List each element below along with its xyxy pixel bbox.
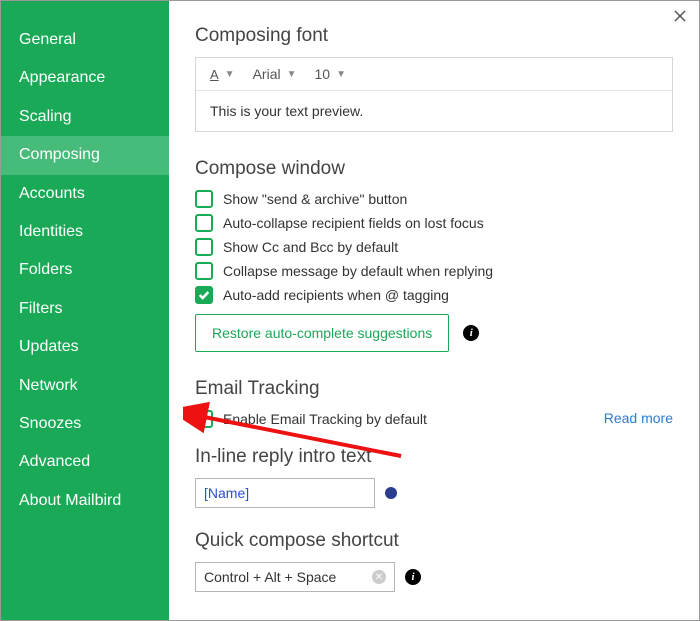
- sidebar-item-label: About Mailbird: [19, 492, 121, 509]
- clear-shortcut-icon[interactable]: ✕: [372, 570, 386, 584]
- inline-reply-input[interactable]: [195, 478, 375, 508]
- compose-option-label: Collapse message by default when replyin…: [223, 263, 493, 279]
- chevron-down-icon: ▼: [336, 69, 346, 80]
- sidebar-item-accounts[interactable]: Accounts: [1, 175, 169, 213]
- compose-option-label: Show Cc and Bcc by default: [223, 239, 398, 255]
- sidebar-item-general[interactable]: General: [1, 21, 169, 59]
- settings-content: Composing font A ▼ Arial ▼ 10: [169, 1, 699, 620]
- settings-dialog: General Appearance Scaling Composing Account…: [0, 0, 700, 621]
- composing-font-title: Composing font: [195, 25, 673, 47]
- email-tracking-row: Enable Email Tracking by default Read mo…: [195, 410, 673, 428]
- compose-window-title: Compose window: [195, 158, 673, 180]
- sidebar-item-advanced[interactable]: Advanced: [1, 443, 169, 481]
- checkbox[interactable]: [195, 262, 213, 280]
- chevron-down-icon: ▼: [287, 69, 297, 80]
- sidebar-item-network[interactable]: Network: [1, 367, 169, 405]
- font-size-select[interactable]: 10 ▼: [315, 66, 346, 82]
- read-more-link[interactable]: Read more: [604, 410, 673, 426]
- compose-option-row[interactable]: Show "send & archive" button: [195, 190, 673, 208]
- settings-sidebar: General Appearance Scaling Composing Account…: [1, 1, 169, 620]
- inline-reply-row: [195, 478, 673, 508]
- font-family-select[interactable]: Arial ▼: [253, 66, 297, 82]
- sidebar-item-snoozes[interactable]: Snoozes: [1, 405, 169, 443]
- checkbox[interactable]: [195, 238, 213, 256]
- sidebar-item-folders[interactable]: Folders: [1, 251, 169, 289]
- sidebar-item-label: Network: [19, 377, 78, 394]
- restore-row: Restore auto-complete suggestions i: [195, 314, 673, 352]
- sidebar-item-updates[interactable]: Updates: [1, 328, 169, 366]
- compose-option-row[interactable]: Auto-collapse recipient fields on lost f…: [195, 214, 673, 232]
- sidebar-item-label: Advanced: [19, 453, 90, 470]
- enable-tracking-label: Enable Email Tracking by default: [223, 411, 427, 427]
- compose-option-row[interactable]: Auto-add recipients when @ tagging: [195, 286, 673, 304]
- quick-compose-row: Control + Alt + Space ✕ i: [195, 562, 673, 592]
- sidebar-item-label: Accounts: [19, 185, 85, 202]
- quick-compose-section: Quick compose shortcut Control + Alt + S…: [195, 530, 673, 592]
- sidebar-item-label: Appearance: [19, 69, 105, 86]
- email-tracking-section: Email Tracking Enable Email Tracking by …: [195, 378, 673, 428]
- font-color-icon: A: [210, 68, 219, 81]
- compose-option-label: Auto-collapse recipient fields on lost f…: [223, 215, 484, 231]
- sidebar-item-identities[interactable]: Identities: [1, 213, 169, 251]
- sidebar-item-label: Snoozes: [19, 415, 81, 432]
- compose-window-section: Compose window Show "send & archive" but…: [195, 158, 673, 352]
- quick-compose-value: Control + Alt + Space: [204, 569, 336, 585]
- composing-font-section: Composing font A ▼ Arial ▼ 10: [195, 25, 673, 132]
- sidebar-item-label: Identities: [19, 223, 83, 240]
- quick-compose-input[interactable]: Control + Alt + Space ✕: [195, 562, 395, 592]
- chevron-down-icon: ▼: [225, 69, 235, 80]
- compose-option-row[interactable]: Collapse message by default when replyin…: [195, 262, 673, 280]
- checkbox[interactable]: [195, 286, 213, 304]
- sidebar-item-about-mailbird[interactable]: About Mailbird: [1, 482, 169, 520]
- sidebar-item-scaling[interactable]: Scaling: [1, 98, 169, 136]
- color-dot[interactable]: [385, 487, 397, 499]
- sidebar-item-appearance[interactable]: Appearance: [1, 59, 169, 97]
- sidebar-item-label: General: [19, 31, 76, 48]
- sidebar-item-filters[interactable]: Filters: [1, 290, 169, 328]
- checkbox-enable-tracking[interactable]: [195, 410, 213, 428]
- inline-reply-section: In-line reply intro text: [195, 446, 673, 508]
- restore-autocomplete-button[interactable]: Restore auto-complete suggestions: [195, 314, 449, 352]
- sidebar-item-label: Folders: [19, 261, 72, 278]
- sidebar-item-label: Filters: [19, 300, 63, 317]
- font-color-picker[interactable]: A ▼: [210, 68, 235, 81]
- font-family-value: Arial: [253, 66, 281, 82]
- inline-reply-title: In-line reply intro text: [195, 446, 673, 468]
- enable-email-tracking-option[interactable]: Enable Email Tracking by default: [195, 410, 427, 428]
- info-icon[interactable]: i: [463, 325, 479, 341]
- compose-option-row[interactable]: Show Cc and Bcc by default: [195, 238, 673, 256]
- email-tracking-title: Email Tracking: [195, 378, 673, 400]
- font-toolbar: A ▼ Arial ▼ 10 ▼: [196, 58, 672, 91]
- compose-option-label: Auto-add recipients when @ tagging: [223, 287, 449, 303]
- compose-option-label: Show "send & archive" button: [223, 191, 407, 207]
- sidebar-item-label: Scaling: [19, 108, 71, 125]
- sidebar-item-label: Updates: [19, 338, 79, 355]
- font-size-value: 10: [315, 66, 331, 82]
- sidebar-item-label: Composing: [19, 146, 100, 163]
- font-preview-text: This is your text preview.: [196, 91, 672, 131]
- checkbox[interactable]: [195, 214, 213, 232]
- quick-compose-title: Quick compose shortcut: [195, 530, 673, 552]
- info-icon[interactable]: i: [405, 569, 421, 585]
- font-settings-box: A ▼ Arial ▼ 10 ▼ This is your text previ…: [195, 57, 673, 132]
- sidebar-item-composing[interactable]: Composing: [1, 136, 169, 174]
- checkbox[interactable]: [195, 190, 213, 208]
